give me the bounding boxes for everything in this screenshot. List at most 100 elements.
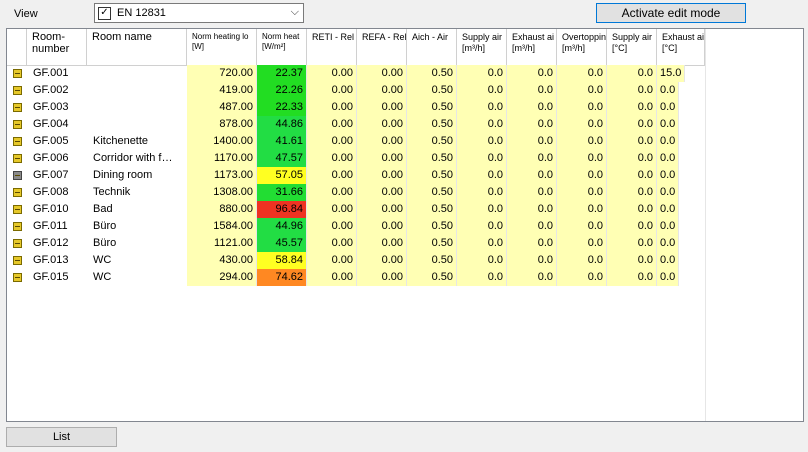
cell-refa[interactable]: 0.00 (357, 201, 407, 218)
cell-exht[interactable]: 0.0 (657, 82, 680, 99)
cell-over[interactable]: 0.0 (557, 235, 607, 252)
cell-heat[interactable]: 1121.00 (187, 235, 257, 252)
cell-exh[interactable]: 0.0 (507, 133, 557, 150)
cell-spec[interactable]: 31.66 (257, 184, 307, 201)
cell-supt[interactable]: 0.0 (607, 99, 657, 116)
cell-reti[interactable]: 0.00 (307, 252, 357, 269)
cell-supt[interactable]: 0.0 (607, 167, 657, 184)
cell-over[interactable]: 0.0 (557, 184, 607, 201)
view-dropdown[interactable]: ✓ EN 12831 ⌵ (94, 3, 304, 23)
cell-num[interactable]: GF.003 (27, 99, 87, 116)
cell-over[interactable]: 0.0 (557, 116, 607, 133)
cell-exht[interactable]: 0.0 (657, 133, 680, 150)
table-row[interactable]: GF.006 Corridor with f… 1170.00 47.57 0.00 0.… (7, 150, 685, 167)
cell-exh[interactable]: 0.0 (507, 269, 557, 286)
cell-num[interactable]: GF.015 (27, 269, 87, 286)
cell-sup[interactable]: 0.0 (457, 133, 507, 150)
cell-supt[interactable]: 0.0 (607, 252, 657, 269)
cell-exh[interactable]: 0.0 (507, 99, 557, 116)
cell-aich[interactable]: 0.50 (407, 65, 457, 82)
cell-aich[interactable]: 0.50 (407, 99, 457, 116)
cell-num[interactable]: GF.011 (27, 218, 87, 235)
cell-reti[interactable]: 0.00 (307, 167, 357, 184)
cell-refa[interactable]: 0.00 (357, 99, 407, 116)
header-icon-col[interactable] (7, 29, 27, 65)
cell-reti[interactable]: 0.00 (307, 150, 357, 167)
column-header[interactable]: Aich - Air (407, 29, 457, 65)
cell-spec[interactable]: 45.57 (257, 235, 307, 252)
cell-heat[interactable]: 1584.00 (187, 218, 257, 235)
cell-reti[interactable]: 0.00 (307, 99, 357, 116)
view-checkbox[interactable]: ✓ (98, 6, 111, 20)
cell-sup[interactable]: 0.0 (457, 99, 507, 116)
cell-spec[interactable]: 96.84 (257, 201, 307, 218)
cell-spec[interactable]: 41.61 (257, 133, 307, 150)
cell-supt[interactable]: 0.0 (607, 201, 657, 218)
cell-exh[interactable]: 0.0 (507, 184, 557, 201)
cell-name[interactable] (87, 116, 187, 133)
cell-spec[interactable]: 22.37 (257, 65, 307, 82)
column-header[interactable]: Supply air [m³/h] (457, 29, 507, 65)
cell-heat[interactable]: 487.00 (187, 99, 257, 116)
cell-supt[interactable]: 0.0 (607, 150, 657, 167)
cell-exh[interactable]: 0.0 (507, 235, 557, 252)
cell-reti[interactable]: 0.00 (307, 184, 357, 201)
cell-name[interactable] (87, 65, 187, 82)
cell-refa[interactable]: 0.00 (357, 252, 407, 269)
cell-aich[interactable]: 0.50 (407, 116, 457, 133)
cell-exht[interactable]: 0.0 (657, 252, 680, 269)
cell-over[interactable]: 0.0 (557, 150, 607, 167)
cell-reti[interactable]: 0.00 (307, 269, 357, 286)
cell-sup[interactable]: 0.0 (457, 184, 507, 201)
cell-reti[interactable]: 0.00 (307, 65, 357, 82)
table-row[interactable]: GF.010 Bad 880.00 96.84 0.00 0.00 0.50 0.0 0.0 0.… (7, 201, 685, 218)
table-row[interactable]: GF.007 Dining room 1173.00 57.05 0.00 0.00 0.5… (7, 167, 685, 184)
cell-reti[interactable]: 0.00 (307, 201, 357, 218)
cell-exh[interactable]: 0.0 (507, 82, 557, 99)
cell-heat[interactable]: 880.00 (187, 201, 257, 218)
cell-heat[interactable]: 294.00 (187, 269, 257, 286)
cell-name[interactable]: Dining room (87, 167, 187, 184)
column-header[interactable]: Exhaust ai [m³/h] (507, 29, 557, 65)
cell-exh[interactable]: 0.0 (507, 218, 557, 235)
cell-heat[interactable]: 878.00 (187, 116, 257, 133)
cell-exht[interactable]: 0.0 (657, 218, 680, 235)
cell-name[interactable] (87, 82, 187, 99)
cell-supt[interactable]: 0.0 (607, 116, 657, 133)
cell-exht[interactable]: 0.0 (657, 184, 680, 201)
table-row[interactable]: GF.012 Büro 1121.00 45.57 0.00 0.00 0.50 0.0 0.0… (7, 235, 685, 252)
cell-num[interactable]: GF.008 (27, 184, 87, 201)
column-header[interactable]: Norm heat [W/m²] (257, 29, 307, 65)
cell-num[interactable]: GF.002 (27, 82, 87, 99)
cell-refa[interactable]: 0.00 (357, 235, 407, 252)
cell-over[interactable]: 0.0 (557, 218, 607, 235)
cell-refa[interactable]: 0.00 (357, 82, 407, 99)
cell-heat[interactable]: 430.00 (187, 252, 257, 269)
cell-sup[interactable]: 0.0 (457, 252, 507, 269)
cell-aich[interactable]: 0.50 (407, 133, 457, 150)
cell-sup[interactable]: 0.0 (457, 116, 507, 133)
cell-spec[interactable]: 57.05 (257, 167, 307, 184)
column-header[interactable]: RETI - Rel (307, 29, 357, 65)
cell-aich[interactable]: 0.50 (407, 269, 457, 286)
cell-supt[interactable]: 0.0 (607, 65, 657, 82)
table-row[interactable]: GF.002 419.00 22.26 0.00 0.00 0.50 0.0 0.0 0.0 0.… (7, 82, 685, 99)
cell-num[interactable]: GF.001 (27, 65, 87, 82)
cell-exh[interactable]: 0.0 (507, 167, 557, 184)
cell-exht[interactable]: 15.0 (657, 65, 686, 82)
cell-reti[interactable]: 0.00 (307, 218, 357, 235)
cell-reti[interactable]: 0.00 (307, 116, 357, 133)
cell-refa[interactable]: 0.00 (357, 133, 407, 150)
cell-heat[interactable]: 1308.00 (187, 184, 257, 201)
cell-aich[interactable]: 0.50 (407, 218, 457, 235)
cell-name[interactable] (87, 99, 187, 116)
cell-num[interactable]: GF.012 (27, 235, 87, 252)
cell-aich[interactable]: 0.50 (407, 201, 457, 218)
cell-spec[interactable]: 47.57 (257, 150, 307, 167)
cell-name[interactable]: Technik (87, 184, 187, 201)
cell-sup[interactable]: 0.0 (457, 218, 507, 235)
cell-name[interactable]: Corridor with f… (87, 150, 187, 167)
rooms-table[interactable]: Room-number Room name Norm heating lo [W] No… (6, 28, 804, 422)
table-row[interactable]: GF.013 WC 430.00 58.84 0.00 0.00 0.50 0.0 0.0 0.0… (7, 252, 685, 269)
cell-refa[interactable]: 0.00 (357, 150, 407, 167)
